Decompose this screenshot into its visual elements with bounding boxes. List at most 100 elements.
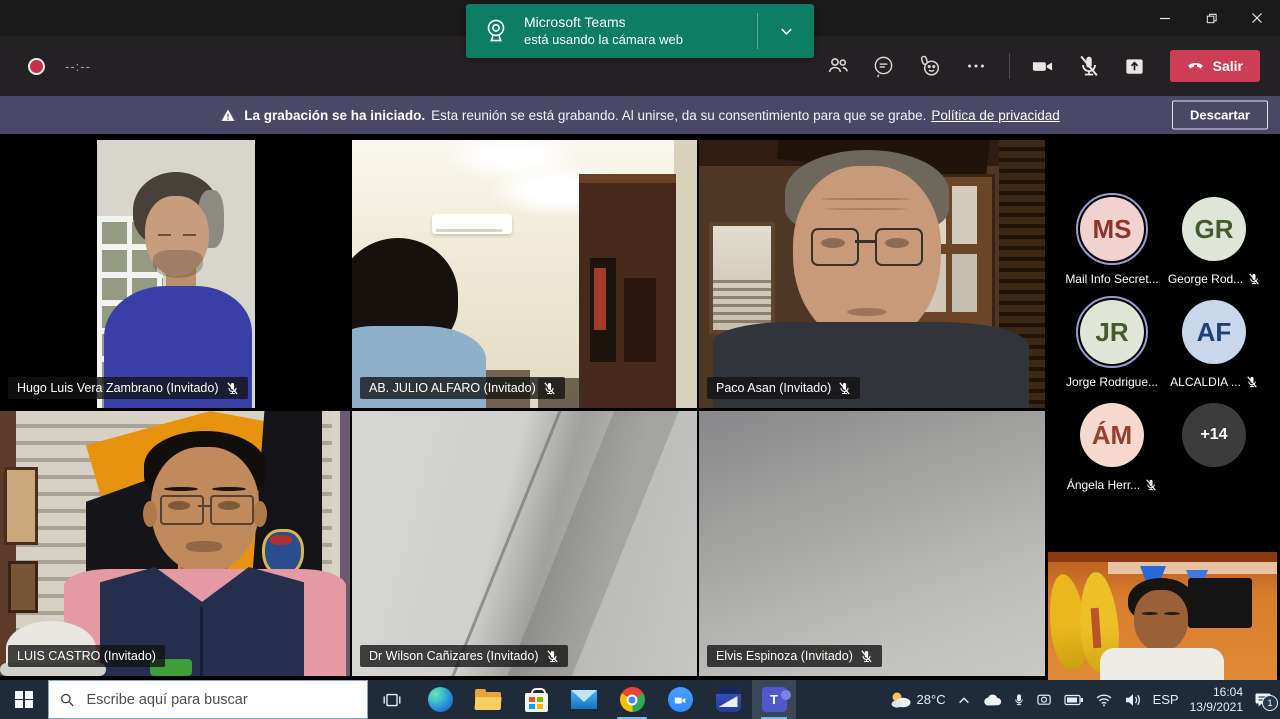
video-tile-julio[interactable]: AB. JULIO ALFARO (Invitado)	[352, 140, 697, 408]
eye-shadow	[821, 238, 845, 248]
participants-button[interactable]	[825, 53, 851, 79]
window-controls	[1142, 0, 1280, 36]
overflow-participant[interactable]: GR George Rod...	[1159, 197, 1269, 286]
mic-muted-icon	[860, 650, 873, 663]
crest-red	[270, 535, 292, 545]
zoom-icon	[668, 687, 693, 712]
sun-cloud-icon	[889, 690, 913, 710]
mic-muted-icon	[546, 650, 559, 663]
overflow-participant[interactable]: JR Jorge Rodrigue...	[1057, 300, 1167, 389]
tray-expand-button[interactable]	[957, 694, 971, 706]
search-input[interactable]	[84, 691, 356, 709]
participant-name: Dr Wilson Cañizares (Invitado)	[369, 649, 539, 663]
overflow-participant[interactable]: AF ALCALDIA ...	[1159, 300, 1269, 389]
vest-zipper	[200, 607, 203, 676]
eye-shadow	[885, 238, 909, 248]
leave-meeting-button[interactable]: Salir	[1170, 50, 1260, 82]
taskbar-app-scanner[interactable]	[704, 680, 752, 719]
ceiling-shadow	[495, 411, 685, 676]
restore-button[interactable]	[1188, 0, 1234, 36]
taskbar-app-zoom[interactable]	[656, 680, 704, 719]
hangup-icon	[1187, 58, 1204, 75]
taskbar-app-edge[interactable]	[416, 680, 464, 719]
overflow-participant-name: Ángela Herr...	[1067, 478, 1140, 492]
taskbar-app-mail[interactable]	[560, 680, 608, 719]
window-blind-lines	[713, 280, 771, 326]
video-feed-art	[352, 411, 697, 676]
video-feed-art	[0, 140, 350, 408]
eye-shadow	[168, 501, 190, 510]
camera-tray-icon[interactable]	[1036, 692, 1053, 707]
picture-frame	[4, 467, 38, 545]
overflow-participant[interactable]: ÁM Ángela Herr...	[1057, 403, 1167, 492]
minimize-button[interactable]	[1142, 0, 1188, 36]
beard-shadow	[153, 250, 203, 278]
raise-hand-icon	[918, 54, 942, 78]
mic-muted-icon	[1248, 273, 1260, 285]
camera-button[interactable]	[1030, 53, 1056, 79]
webcam-icon	[481, 16, 511, 46]
microphone-tray-icon[interactable]	[1013, 692, 1025, 708]
self-view-video[interactable]	[1048, 552, 1277, 680]
video-feed-art	[0, 411, 350, 676]
video-tile-paco[interactable]: Paco Asan (Invitado)	[699, 140, 1045, 408]
participant-name: Hugo Luis Vera Zambrano (Invitado)	[17, 381, 219, 395]
toast-expand-button[interactable]	[758, 4, 814, 58]
start-button[interactable]	[0, 680, 48, 719]
toolbar-divider	[1009, 53, 1010, 79]
forehead-line	[821, 198, 911, 200]
eyebrow	[212, 487, 246, 491]
wifi-icon[interactable]	[1095, 693, 1113, 707]
weather-widget[interactable]: 28°C	[889, 690, 946, 710]
white-shirt	[1100, 648, 1224, 680]
more-options-button[interactable]	[963, 53, 989, 79]
taskbar-app-chrome[interactable]	[608, 680, 656, 719]
chevron-up-icon	[957, 694, 971, 706]
taskbar-app-store[interactable]	[512, 680, 560, 719]
task-view-button[interactable]	[368, 680, 416, 719]
ac-vent	[436, 229, 502, 232]
windows-logo-icon	[15, 691, 33, 709]
share-screen-icon	[1123, 55, 1146, 78]
microphone-button[interactable]	[1076, 53, 1102, 79]
close-button[interactable]	[1234, 0, 1280, 36]
overflow-participant-name: Jorge Rodrigue...	[1066, 375, 1158, 389]
camera-in-use-toast[interactable]: Microsoft Teams está usando la cámara we…	[466, 4, 814, 58]
taskbar-search[interactable]	[48, 680, 368, 719]
participant-name-label: Dr Wilson Cañizares (Invitado)	[360, 645, 568, 667]
privacy-policy-link[interactable]: Política de privacidad	[931, 108, 1059, 123]
dismiss-banner-button[interactable]: Descartar	[1172, 101, 1268, 130]
reactions-button[interactable]	[917, 53, 943, 79]
video-tile-luis[interactable]: LUIS CASTRO (Invitado)	[0, 411, 350, 676]
share-button[interactable]	[1122, 53, 1148, 79]
recording-indicator-icon	[28, 58, 45, 75]
cabinet-top	[579, 174, 676, 183]
action-center-button[interactable]: 1	[1254, 692, 1272, 708]
date: 13/9/2021	[1190, 700, 1243, 715]
forehead-line	[825, 208, 907, 210]
participant-name-label: Elvis Espinoza (Invitado)	[707, 645, 882, 667]
taskbar-app-teams[interactable]: T	[752, 680, 796, 719]
video-tile-wilson[interactable]: Dr Wilson Cañizares (Invitado)	[352, 411, 697, 676]
video-tile-elvis[interactable]: Elvis Espinoza (Invitado)	[699, 411, 1045, 676]
toolbar-actions: Salir	[805, 50, 1280, 82]
clock[interactable]: 16:04 13/9/2021	[1190, 685, 1243, 715]
mic-muted-icon	[1145, 479, 1157, 491]
temperature: 28°C	[917, 692, 946, 707]
search-icon	[60, 692, 74, 708]
overflow-participant[interactable]: MS Mail Info Secret...	[1057, 197, 1167, 286]
glasses-left	[160, 495, 204, 525]
time: 16:04	[1190, 685, 1243, 700]
language-indicator[interactable]: ESP	[1153, 692, 1179, 707]
battery-icon[interactable]	[1064, 694, 1084, 706]
eyebrow	[1142, 612, 1158, 615]
taskbar-app-file-explorer[interactable]	[464, 680, 512, 719]
chat-button[interactable]	[871, 53, 897, 79]
volume-icon[interactable]	[1124, 693, 1142, 707]
right-wall	[674, 140, 697, 408]
avatar: AF	[1182, 300, 1246, 364]
video-tile-hugo[interactable]: Hugo Luis Vera Zambrano (Invitado)	[0, 140, 350, 408]
eye	[158, 234, 171, 236]
overflow-more-participants[interactable]: +14	[1159, 403, 1269, 467]
onedrive-tray-icon[interactable]	[982, 693, 1002, 707]
